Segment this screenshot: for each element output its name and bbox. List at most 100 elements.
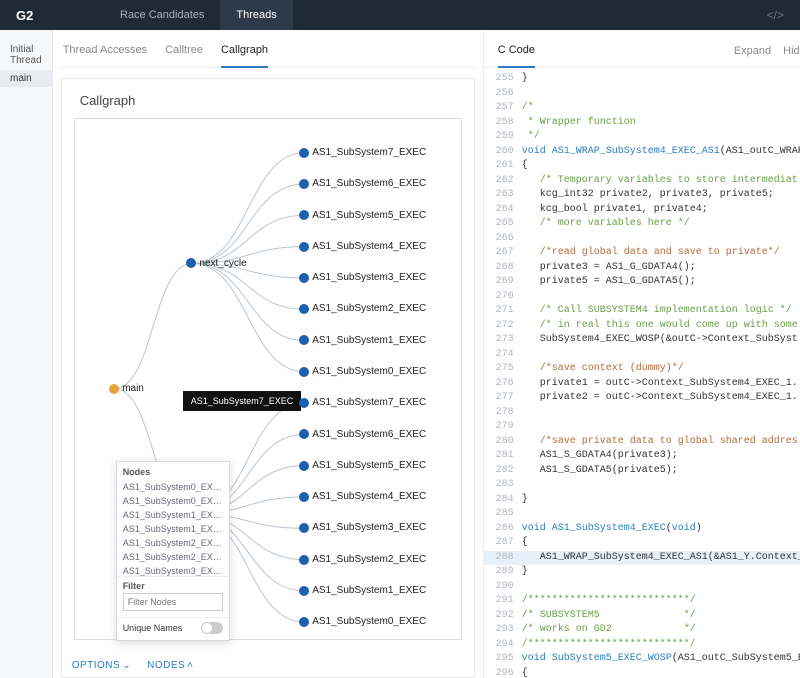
- code-line[interactable]: 272 /* in real this one would come up wi…: [484, 319, 800, 334]
- code-line[interactable]: 288 AS1_WRAP_SubSystem4_EXEC_AS1(&AS1_Y.…: [484, 551, 800, 566]
- sidebar-item-main[interactable]: main: [0, 70, 52, 87]
- code-body[interactable]: 255}256 257/*258 * Wrapper function259 *…: [484, 68, 800, 678]
- nodes-dd-list[interactable]: AS1_SubSystem0_EXECAS1_SubSystem0_EXECAS…: [117, 480, 229, 576]
- node-bot-2-label: AS1_SubSystem5_EXEC: [312, 460, 426, 471]
- line-content: /*read global data and save to private*/: [522, 246, 780, 261]
- code-icon[interactable]: </>: [767, 8, 784, 22]
- nodes-dd-item[interactable]: AS1_SubSystem1_EXEC: [117, 522, 229, 536]
- node-top-3[interactable]: [299, 242, 309, 252]
- code-line[interactable]: 264 kcg_bool private1, private4;: [484, 203, 800, 218]
- node-bot-0-label: AS1_SubSystem7_EXEC: [312, 397, 426, 408]
- code-line[interactable]: 269 private5 = AS1_G_GDATA5();: [484, 275, 800, 290]
- node-top-4-label: AS1_SubSystem3_EXEC: [312, 272, 426, 283]
- tab-calltree[interactable]: Calltree: [165, 44, 203, 67]
- code-line[interactable]: 255}: [484, 72, 800, 87]
- tab-threads[interactable]: Threads: [220, 0, 292, 30]
- hide-button[interactable]: Hide: [783, 45, 800, 67]
- code-line[interactable]: 291/***************************/: [484, 594, 800, 609]
- node-next-cycle[interactable]: [186, 258, 196, 268]
- nodes-dd-item[interactable]: AS1_SubSystem2_EXEC: [117, 550, 229, 564]
- node-bot-4[interactable]: [299, 523, 309, 533]
- node-next-cycle-label: next_cycle: [199, 258, 246, 269]
- nodes-button[interactable]: NODES ˄: [147, 660, 193, 671]
- code-line[interactable]: 257/*: [484, 101, 800, 116]
- code-line[interactable]: 268 private3 = AS1_G_GDATA4();: [484, 261, 800, 276]
- line-number: 289: [484, 565, 522, 580]
- node-bot-2[interactable]: [299, 461, 309, 471]
- graph-panel: Callgraph AS1_SubSystem7_EXEC mainnext_c…: [61, 78, 475, 678]
- code-line[interactable]: 294/***************************/: [484, 638, 800, 653]
- code-line[interactable]: 273 SubSystem4_EXEC_WOSP(&outC->Context_…: [484, 333, 800, 348]
- code-line[interactable]: 271 /* Call SUBSYSTEM4 implementation lo…: [484, 304, 800, 319]
- line-content: /* in real this one would come up with s…: [522, 319, 798, 334]
- tab-callgraph[interactable]: Callgraph: [221, 44, 268, 68]
- code-line[interactable]: 260void AS1_WRAP_SubSystem4_EXEC_AS1(AS1…: [484, 145, 800, 160]
- tab-race-candidates[interactable]: Race Candidates: [104, 0, 220, 30]
- code-line[interactable]: 259 */: [484, 130, 800, 145]
- navbar-right: </>: [767, 0, 800, 30]
- options-button[interactable]: OPTIONS ⌄: [72, 660, 131, 671]
- code-line[interactable]: 281 AS1_S_GDATA4(private3);: [484, 449, 800, 464]
- node-top-0[interactable]: [299, 148, 309, 158]
- node-bot-6[interactable]: [299, 586, 309, 596]
- nodes-dd-item[interactable]: AS1_SubSystem2_EXEC: [117, 536, 229, 550]
- code-line[interactable]: 277 private2 = outC->Context_SubSystem4_…: [484, 391, 800, 406]
- code-line[interactable]: 270: [484, 290, 800, 305]
- code-line[interactable]: 280 /*save private data to global shared…: [484, 435, 800, 450]
- code-line[interactable]: 276 private1 = outC->Context_SubSystem4_…: [484, 377, 800, 392]
- expand-button[interactable]: Expand: [734, 45, 771, 67]
- code-line[interactable]: 263 kcg_int32 private2, private3, privat…: [484, 188, 800, 203]
- tab-thread-accesses[interactable]: Thread Accesses: [63, 44, 147, 67]
- nodes-dd-item[interactable]: AS1_SubSystem0_EXEC: [117, 480, 229, 494]
- code-line[interactable]: 284}: [484, 493, 800, 508]
- code-line[interactable]: 274: [484, 348, 800, 363]
- navbar-tabs: Race Candidates Threads: [104, 0, 293, 30]
- line-content: /* Temporary variables to store intermed…: [522, 174, 798, 189]
- nodes-filter-input[interactable]: [123, 593, 223, 611]
- code-line[interactable]: 256: [484, 87, 800, 102]
- node-top-0-label: AS1_SubSystem7_EXEC: [312, 147, 426, 158]
- code-line[interactable]: 296{: [484, 667, 800, 678]
- code-line[interactable]: 292/* SUBSYSTEM5 */: [484, 609, 800, 624]
- code-line[interactable]: 285: [484, 507, 800, 522]
- code-line[interactable]: 266: [484, 232, 800, 247]
- line-number: 285: [484, 507, 522, 522]
- code-line[interactable]: 275 /*save context (dummy)*/: [484, 362, 800, 377]
- line-content: [522, 348, 528, 363]
- code-line[interactable]: 283: [484, 478, 800, 493]
- node-main[interactable]: [109, 384, 119, 394]
- node-top-1[interactable]: [299, 179, 309, 189]
- code-line[interactable]: 286void AS1_SubSystem4_EXEC(void): [484, 522, 800, 537]
- node-bot-0[interactable]: [299, 398, 309, 408]
- node-top-7[interactable]: [299, 367, 309, 377]
- unique-names-toggle[interactable]: [201, 622, 223, 634]
- node-top-2[interactable]: [299, 210, 309, 220]
- code-line[interactable]: 287{: [484, 536, 800, 551]
- line-number: 266: [484, 232, 522, 247]
- code-line[interactable]: 262 /* Temporary variables to store inte…: [484, 174, 800, 189]
- nodes-dd-item[interactable]: AS1_SubSystem3_EXEC: [117, 564, 229, 576]
- node-bot-1[interactable]: [299, 429, 309, 439]
- node-bot-3[interactable]: [299, 492, 309, 502]
- line-content: /***************************/: [522, 594, 696, 609]
- nodes-dd-item[interactable]: AS1_SubSystem0_EXEC: [117, 494, 229, 508]
- code-line[interactable]: 278: [484, 406, 800, 421]
- node-main-label: main: [122, 383, 144, 394]
- node-top-5[interactable]: [299, 304, 309, 314]
- code-line[interactable]: 258 * Wrapper function: [484, 116, 800, 131]
- node-bot-7[interactable]: [299, 617, 309, 627]
- code-line[interactable]: 265 /* more variables here */: [484, 217, 800, 232]
- code-line[interactable]: 293/* works on GD2 */: [484, 623, 800, 638]
- code-line[interactable]: 290: [484, 580, 800, 595]
- node-top-6[interactable]: [299, 335, 309, 345]
- unique-names-row: Unique Names: [117, 617, 229, 640]
- code-line[interactable]: 279: [484, 420, 800, 435]
- code-line[interactable]: 267 /*read global data and save to priva…: [484, 246, 800, 261]
- code-line[interactable]: 282 AS1_S_GDATA5(private5);: [484, 464, 800, 479]
- code-line[interactable]: 295void SubSystem5_EXEC_WOSP(AS1_outC_Su…: [484, 652, 800, 667]
- nodes-dd-item[interactable]: AS1_SubSystem1_EXEC: [117, 508, 229, 522]
- node-top-4[interactable]: [299, 273, 309, 283]
- code-line[interactable]: 289}: [484, 565, 800, 580]
- node-bot-5[interactable]: [299, 555, 309, 565]
- code-line[interactable]: 261{: [484, 159, 800, 174]
